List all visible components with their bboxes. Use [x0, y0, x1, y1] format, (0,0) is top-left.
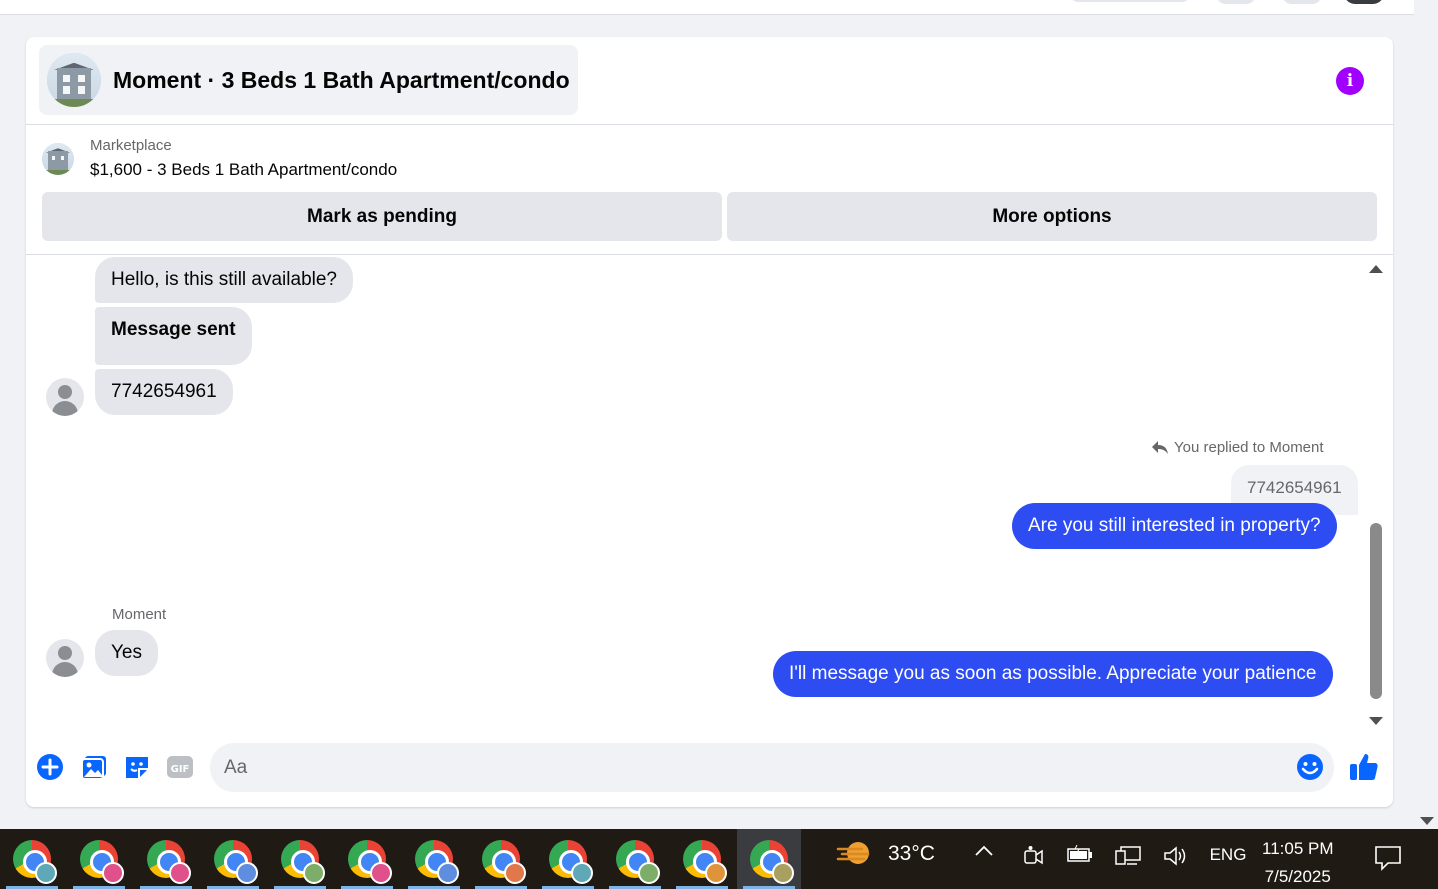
profile-badge-icon [169, 862, 191, 884]
profile-badge-icon [772, 862, 794, 884]
search-pill[interactable] [1070, 0, 1190, 2]
chrome-icon [482, 840, 526, 884]
chevron-up-icon[interactable] [972, 845, 996, 857]
notifications-button[interactable] [1282, 0, 1322, 4]
network-icon[interactable] [1114, 845, 1142, 867]
listing-thumbnail [47, 53, 101, 107]
profile-badge-icon [102, 862, 124, 884]
chrome-icon [80, 840, 124, 884]
messages-scrollbar[interactable] [1369, 265, 1383, 725]
profile-badge-icon [571, 862, 593, 884]
message-input-container [210, 743, 1334, 792]
weather-temperature: 33°C [888, 842, 935, 865]
chrome-icon [616, 840, 660, 884]
account-avatar[interactable] [1344, 0, 1384, 4]
marketplace-listing-panel: Marketplace $1,600 - 3 Beds 1 Bath Apart… [26, 125, 1393, 255]
taskbar-chrome-profile-button[interactable] [67, 829, 131, 889]
language-indicator[interactable]: ENG [1208, 845, 1248, 865]
top-navigation-bar [0, 0, 1414, 15]
more-options-button[interactable]: More options [727, 192, 1377, 241]
page-scrollbar[interactable] [1414, 0, 1438, 829]
message-bubble-outgoing[interactable]: Are you still interested in property? [1012, 503, 1337, 549]
profile-badge-icon [236, 862, 258, 884]
mark-as-pending-button[interactable]: Mark as pending [42, 192, 722, 241]
sticker-icon[interactable] [123, 753, 151, 781]
clock-time: 11:05 PM [1262, 839, 1334, 858]
system-clock[interactable]: 11:05 PM 7/5/2025 [1262, 835, 1334, 889]
photo-icon[interactable] [80, 753, 108, 781]
taskbar-chrome-profile-button[interactable] [335, 829, 399, 889]
taskbar-chrome-profile-button[interactable] [268, 829, 332, 889]
chrome-icon [683, 840, 727, 884]
battery-icon[interactable] [1066, 845, 1094, 863]
scroll-down-arrow-icon[interactable] [1369, 717, 1383, 725]
info-icon[interactable]: i [1336, 67, 1364, 95]
reply-arrow-icon [1152, 440, 1168, 454]
listing-small-thumbnail[interactable] [42, 142, 74, 175]
svg-text:GIF: GIF [171, 764, 190, 775]
meet-now-icon[interactable] [1020, 845, 1046, 867]
taskbar-chrome-profile-button[interactable] [201, 829, 265, 889]
volume-icon[interactable] [1162, 845, 1190, 867]
chrome-icon [415, 840, 459, 884]
sender-avatar[interactable] [46, 639, 84, 677]
chrome-icon [13, 840, 57, 884]
marketplace-label: Marketplace [90, 137, 172, 154]
message-bubble-incoming[interactable]: Hello, is this still available? [95, 257, 353, 303]
windows-taskbar: 33°C ENG 11:05 PM 7/5/2025 [0, 829, 1438, 889]
menu-button[interactable] [1216, 0, 1256, 4]
weather-widget[interactable]: 33°C [836, 839, 935, 869]
taskbar-chrome-profile-button[interactable] [737, 829, 801, 889]
chrome-icon [549, 840, 593, 884]
profile-badge-icon [705, 862, 727, 884]
profile-badge-icon [35, 862, 57, 884]
reply-note: You replied to Moment [1152, 439, 1324, 456]
message-bubble-incoming[interactable]: Yes [95, 630, 158, 676]
weather-icon [836, 842, 870, 864]
clock-date: 7/5/2025 [1264, 867, 1331, 886]
message-composer: GIF [26, 737, 1393, 799]
notification-center-icon[interactable] [1374, 845, 1402, 871]
taskbar-chrome-profile-button[interactable] [536, 829, 600, 889]
taskbar-chrome-profile-button[interactable] [0, 829, 64, 889]
gif-icon[interactable]: GIF [166, 753, 194, 781]
taskbar-chrome-profile-button[interactable] [402, 829, 466, 889]
scroll-up-arrow-icon[interactable] [1369, 265, 1383, 273]
thumbs-up-icon[interactable] [1348, 751, 1380, 783]
profile-badge-icon [638, 862, 660, 884]
scrollbar-thumb[interactable] [1370, 523, 1382, 699]
emoji-icon[interactable] [1296, 753, 1324, 781]
sender-avatar[interactable] [46, 378, 84, 416]
profile-badge-icon [504, 862, 526, 884]
sender-name: Moment [112, 606, 167, 623]
scroll-down-arrow-icon[interactable] [1420, 817, 1434, 825]
chrome-icon [214, 840, 258, 884]
conversation-title-chip[interactable]: Moment · 3 Beds 1 Bath Apartment/condo [39, 45, 578, 115]
message-bubble-incoming[interactable]: Message sent [95, 307, 252, 365]
plus-circle-icon[interactable] [36, 753, 64, 781]
listing-price-title[interactable]: $1,600 - 3 Beds 1 Bath Apartment/condo [90, 160, 397, 180]
chrome-icon [750, 840, 794, 884]
message-input[interactable] [224, 743, 1274, 792]
profile-badge-icon [370, 862, 392, 884]
taskbar-chrome-profile-button[interactable] [670, 829, 734, 889]
chrome-icon [348, 840, 392, 884]
profile-badge-icon [437, 862, 459, 884]
taskbar-chrome-profile-button[interactable] [134, 829, 198, 889]
chrome-icon [281, 840, 325, 884]
taskbar-chrome-profile-button[interactable] [469, 829, 533, 889]
profile-badge-icon [303, 862, 325, 884]
chat-window: Moment · 3 Beds 1 Bath Apartment/condo i… [26, 37, 1393, 807]
message-list: Hello, is this still available? Message … [26, 255, 1393, 731]
message-bubble-incoming[interactable]: 7742654961 [95, 369, 233, 415]
chrome-icon [147, 840, 191, 884]
chat-header: Moment · 3 Beds 1 Bath Apartment/condo i [26, 37, 1393, 125]
reply-note-text: You replied to Moment [1174, 439, 1324, 456]
message-bubble-outgoing[interactable]: I'll message you as soon as possible. Ap… [773, 651, 1333, 697]
conversation-title: Moment · 3 Beds 1 Bath Apartment/condo [113, 66, 570, 93]
taskbar-chrome-profile-button[interactable] [603, 829, 667, 889]
